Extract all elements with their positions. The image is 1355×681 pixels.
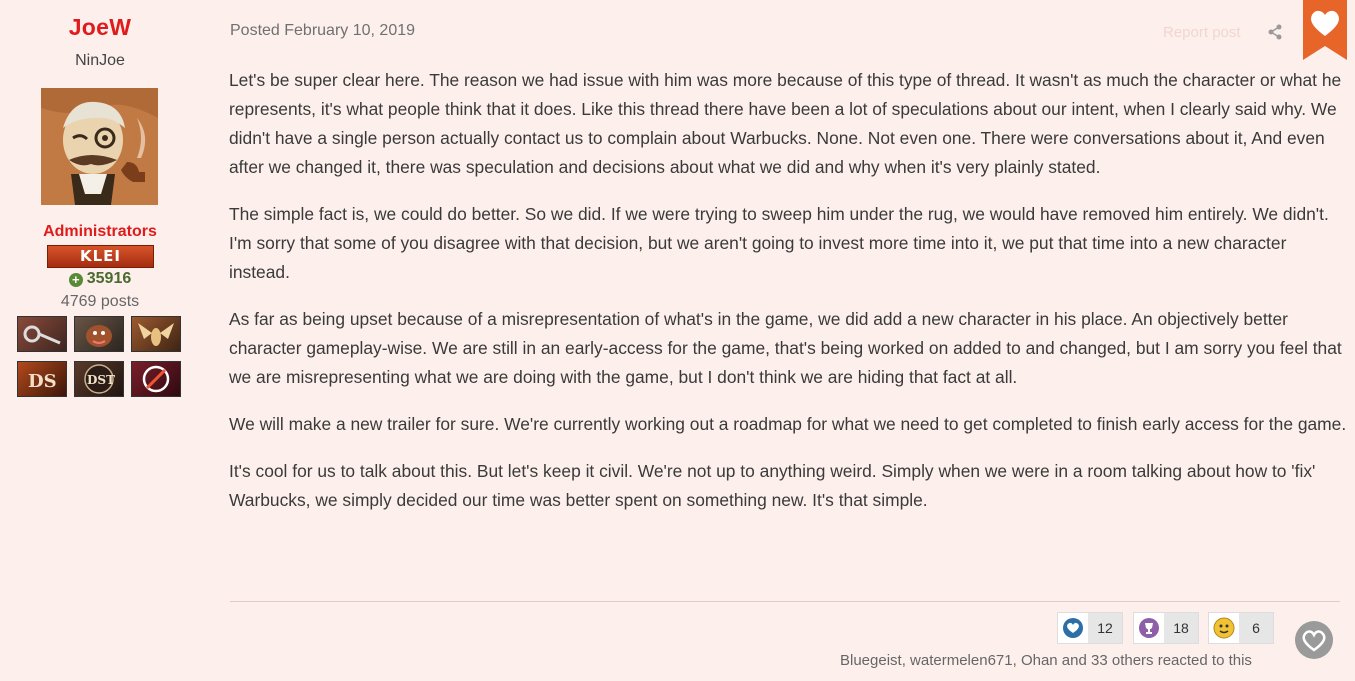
plus-icon: +: [68, 273, 83, 287]
reactions-summary[interactable]: Bluegeist, watermelen671, Ohan and 33 ot…: [840, 652, 1252, 669]
heart-flag-icon[interactable]: [1303, 0, 1347, 60]
trophy-icon: [1134, 613, 1164, 643]
post-date[interactable]: Posted February 10, 2019: [230, 22, 415, 40]
dst-badge[interactable]: DST: [74, 361, 124, 397]
post-paragraph: As far as being upset because of a misre…: [229, 309, 1342, 387]
group-badge: KLEI: [47, 245, 154, 268]
reaction-trophy[interactable]: 18: [1133, 612, 1199, 644]
post-paragraph: Let's be super clear here. The reason we…: [229, 70, 1342, 177]
reaction-count: 18: [1164, 613, 1198, 643]
no-dlc-badge[interactable]: [131, 361, 181, 397]
reaction-count: 12: [1088, 613, 1122, 643]
post-paragraph: The simple fact is, we could do better. …: [229, 204, 1329, 282]
post-paragraph: It's cool for us to talk about this. But…: [229, 461, 1316, 510]
heart-icon: [1058, 613, 1088, 643]
user-group: Administrators: [43, 223, 157, 240]
post-count[interactable]: 4769 posts: [0, 293, 200, 311]
reputation-value: 35916: [86, 270, 132, 287]
author-name[interactable]: JoeW: [0, 14, 200, 41]
svg-text:DS: DS: [28, 371, 57, 392]
svg-text:DST: DST: [87, 373, 115, 387]
reputation: +35916: [0, 270, 200, 288]
reaction-count: 6: [1239, 613, 1273, 643]
post-paragraph: We will make a new trailer for sure. We'…: [229, 414, 1347, 434]
react-button[interactable]: [1295, 621, 1333, 659]
post-content: Let's be super clear here. The reason we…: [229, 66, 1347, 533]
reaction-smile[interactable]: 6: [1208, 612, 1274, 644]
key-badge[interactable]: [17, 316, 67, 352]
reaction-like[interactable]: 12: [1057, 612, 1123, 644]
smile-icon: [1209, 613, 1239, 643]
heart-outline-icon: [1302, 630, 1326, 652]
divider: [230, 601, 1340, 602]
report-post-link[interactable]: Report post: [1163, 24, 1241, 41]
glommer-badge[interactable]: [131, 316, 181, 352]
avatar[interactable]: [41, 88, 158, 205]
author-title: NinJoe: [75, 52, 125, 69]
creature-badge[interactable]: [74, 316, 124, 352]
share-icon[interactable]: [1267, 24, 1283, 40]
ds-badge[interactable]: DS: [17, 361, 67, 397]
